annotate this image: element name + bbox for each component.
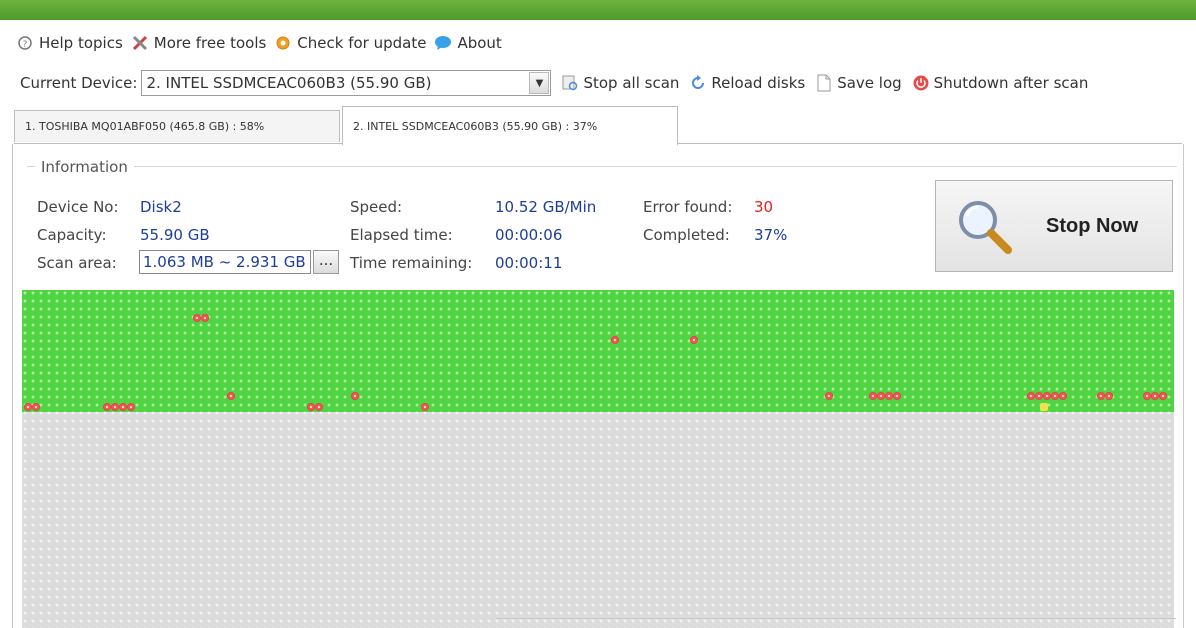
capacity-label: Capacity:	[37, 226, 107, 244]
reload-icon	[689, 74, 707, 92]
more-tools-label: More free tools	[153, 34, 267, 52]
error-sector-block	[201, 314, 209, 322]
error-sector-block	[32, 403, 40, 411]
shutdown-after-scan-button[interactable]: Shutdown after scan	[912, 74, 1089, 92]
error-sector-block	[1051, 392, 1059, 400]
error-sector-block	[307, 403, 315, 411]
map-bottom-edge	[496, 618, 1176, 619]
tab-disk-2-label: 2. INTEL SSDMCEAC060B3 (55.90 GB) : 37%	[353, 119, 598, 133]
error-sector-block	[111, 403, 119, 411]
dropdown-arrow-icon[interactable]: ▼	[529, 72, 550, 94]
menu-bar: ? Help topics More free tools Check for …	[16, 30, 502, 56]
error-sector-block	[893, 392, 901, 400]
shutdown-after-scan-label: Shutdown after scan	[933, 74, 1089, 92]
error-sector-block	[611, 336, 619, 344]
error-sector-block	[1159, 392, 1167, 400]
check-update-link[interactable]: Check for update	[274, 34, 426, 52]
about-label: About	[457, 34, 502, 52]
capacity-value: 55.90 GB	[140, 226, 210, 244]
elapsed-time-label: Elapsed time:	[350, 226, 453, 244]
error-sector-block	[690, 336, 698, 344]
error-sector-block	[1059, 392, 1067, 400]
error-sector-block	[103, 403, 111, 411]
more-tools-link[interactable]: More free tools	[131, 34, 267, 52]
save-log-label: Save log	[837, 74, 902, 92]
check-update-label: Check for update	[297, 34, 427, 52]
scanned-sectors	[22, 290, 1174, 412]
power-icon	[912, 74, 930, 92]
error-sector-block	[1035, 392, 1043, 400]
device-row: Current Device: 2. INTEL SSDMCEAC060B3 (…	[20, 68, 1088, 98]
device-select[interactable]: 2. INTEL SSDMCEAC060B3 (55.90 GB) ▼	[141, 70, 552, 96]
device-no-label: Device No:	[37, 198, 119, 216]
magnifier-icon	[948, 190, 1020, 262]
tools-icon	[131, 34, 149, 52]
current-device-label: Current Device:	[20, 74, 138, 92]
time-remaining-label: Time remaining:	[350, 254, 473, 272]
error-sector-block	[877, 392, 885, 400]
error-sector-block	[351, 392, 359, 400]
tab-disk-1-label: 1. TOSHIBA MQ01ABF050 (465.8 GB) : 58%	[25, 120, 265, 133]
scan-area-browse-button[interactable]: ...	[313, 250, 339, 274]
error-sector-block	[127, 403, 135, 411]
scan-area-label: Scan area:	[37, 254, 117, 272]
save-log-button[interactable]: Save log	[815, 74, 902, 92]
current-sector	[1040, 403, 1048, 411]
error-found-value: 30	[754, 198, 774, 216]
error-sector-block	[1043, 392, 1051, 400]
chat-bubble-icon	[434, 34, 452, 52]
help-topics-link[interactable]: ? Help topics	[16, 34, 123, 52]
completed-label: Completed:	[643, 226, 730, 244]
svg-text:?: ?	[23, 40, 28, 50]
about-link[interactable]: About	[434, 34, 502, 52]
stop-all-scan-label: Stop all scan	[583, 74, 680, 92]
update-icon	[274, 34, 292, 52]
help-icon: ?	[16, 34, 34, 52]
document-icon	[815, 74, 833, 92]
error-sector-block	[1105, 392, 1113, 400]
stop-all-scan-button[interactable]: Stop all scan	[561, 74, 679, 92]
error-found-label: Error found:	[643, 198, 733, 216]
elapsed-time-value: 00:00:06	[495, 226, 563, 244]
speed-label: Speed:	[350, 198, 403, 216]
error-sector-block	[1027, 392, 1035, 400]
error-sector-block	[825, 392, 833, 400]
error-sector-block	[119, 403, 127, 411]
device-no-value: Disk2	[140, 198, 182, 216]
stop-now-button[interactable]: Stop Now	[935, 180, 1173, 272]
tab-disk-2[interactable]: 2. INTEL SSDMCEAC060B3 (55.90 GB) : 37%	[342, 106, 678, 145]
tab-disk-1[interactable]: 1. TOSHIBA MQ01ABF050 (465.8 GB) : 58%	[14, 110, 340, 142]
scan-area-field[interactable]: 1.063 MB ~ 2.931 GB	[139, 250, 311, 274]
error-sector-block	[421, 403, 429, 411]
stop-scan-icon	[561, 74, 579, 92]
title-bar	[0, 0, 1196, 20]
help-topics-label: Help topics	[39, 34, 123, 52]
stop-now-label: Stop Now	[1046, 214, 1139, 237]
error-sector-block	[869, 392, 877, 400]
error-sector-block	[24, 403, 32, 411]
time-remaining-value: 00:00:11	[495, 254, 563, 272]
error-sector-block	[885, 392, 893, 400]
error-sector-block	[227, 392, 235, 400]
information-frame	[27, 166, 1177, 167]
information-legend: Information	[35, 158, 134, 176]
reload-disks-button[interactable]: Reload disks	[689, 74, 805, 92]
error-sector-block	[1143, 392, 1151, 400]
error-sector-block	[315, 403, 323, 411]
reload-disks-label: Reload disks	[711, 74, 806, 92]
speed-value: 10.52 GB/Min	[495, 198, 597, 216]
error-sector-block	[1151, 392, 1159, 400]
completed-value: 37%	[754, 226, 788, 244]
error-sector-block	[193, 314, 201, 322]
device-select-value: 2. INTEL SSDMCEAC060B3 (55.90 GB)	[146, 74, 432, 92]
error-sector-block	[1097, 392, 1105, 400]
